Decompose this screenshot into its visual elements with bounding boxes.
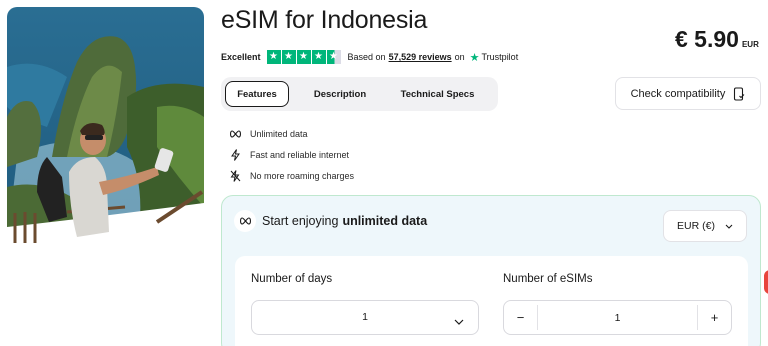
rating-label: Excellent [221, 52, 261, 62]
product-hero-image [7, 7, 204, 243]
feature-item: Unlimited data [228, 123, 354, 144]
price-currency: EUR [741, 40, 759, 49]
lightning-icon [228, 148, 242, 162]
currency-select-value: EUR (€) [677, 220, 715, 232]
feature-label: No more roaming charges [250, 170, 355, 181]
star-icon: ★ [281, 50, 296, 64]
increment-button[interactable]: + [698, 301, 731, 334]
plan-options: Number of days Number of eSIMs 1 − 1 + [235, 256, 748, 346]
plan-heading: Start enjoying unlimited data [234, 210, 427, 232]
trustpilot-rating: Excellent ★ ★ ★ ★ ★ Based on 57,529 revi… [221, 50, 518, 64]
product-tabs: Features Description Technical Specs [221, 77, 498, 111]
phone-check-icon [734, 86, 745, 101]
feature-item: No more roaming charges [228, 165, 354, 186]
esims-value[interactable]: 1 [537, 305, 698, 330]
trustpilot-logo: Trustpilot [481, 52, 519, 62]
decrement-button[interactable]: − [504, 301, 537, 334]
product-title: eSIM for Indonesia [221, 6, 428, 34]
on-text: on [454, 52, 465, 62]
no-roaming-icon [228, 169, 242, 183]
trustpilot-star-icon: ★ [469, 51, 480, 64]
chevron-down-icon [725, 222, 733, 231]
infinity-icon [228, 127, 242, 141]
currency-select[interactable]: EUR (€) [663, 210, 747, 242]
days-select-value: 1 [362, 311, 368, 323]
price-amount: € 5.90 [675, 26, 739, 52]
star-icon: ★ [266, 50, 281, 64]
check-compatibility-label: Check compatibility [630, 87, 726, 100]
star-icon: ★ [296, 50, 311, 64]
tab-features[interactable]: Features [225, 81, 289, 107]
reviews-link[interactable]: 57,529 reviews [389, 52, 452, 62]
esims-label: Number of eSIMs [503, 273, 593, 285]
feature-label: Fast and reliable internet [250, 149, 350, 160]
feature-item: Fast and reliable internet [228, 144, 354, 165]
esims-stepper: − 1 + [503, 300, 732, 335]
chevron-down-icon [454, 312, 464, 330]
days-label: Number of days [251, 273, 333, 285]
check-compatibility-button[interactable]: Check compatibility [615, 77, 761, 110]
star-icon: ★ [311, 50, 326, 64]
plan-heading-bold: unlimited data [342, 214, 428, 228]
price: € 5.90 EUR [675, 26, 759, 53]
rating-stars: ★ ★ ★ ★ ★ [266, 50, 341, 64]
based-on-text: Based on [347, 52, 386, 62]
plan-heading-prefix: Start enjoying [262, 214, 339, 228]
feature-list: Unlimited data Fast and reliable interne… [228, 123, 354, 186]
feature-label: Unlimited data [250, 128, 308, 139]
infinity-icon [234, 210, 256, 232]
tab-description[interactable]: Description [295, 81, 385, 107]
plan-selector-panel: Start enjoying unlimited data EUR (€) Nu… [221, 195, 761, 346]
days-select[interactable]: 1 [251, 300, 479, 335]
chat-widget-edge[interactable] [764, 270, 768, 294]
half-star-icon: ★ [326, 50, 341, 64]
tab-technical-specs[interactable]: Technical Specs [385, 81, 490, 107]
